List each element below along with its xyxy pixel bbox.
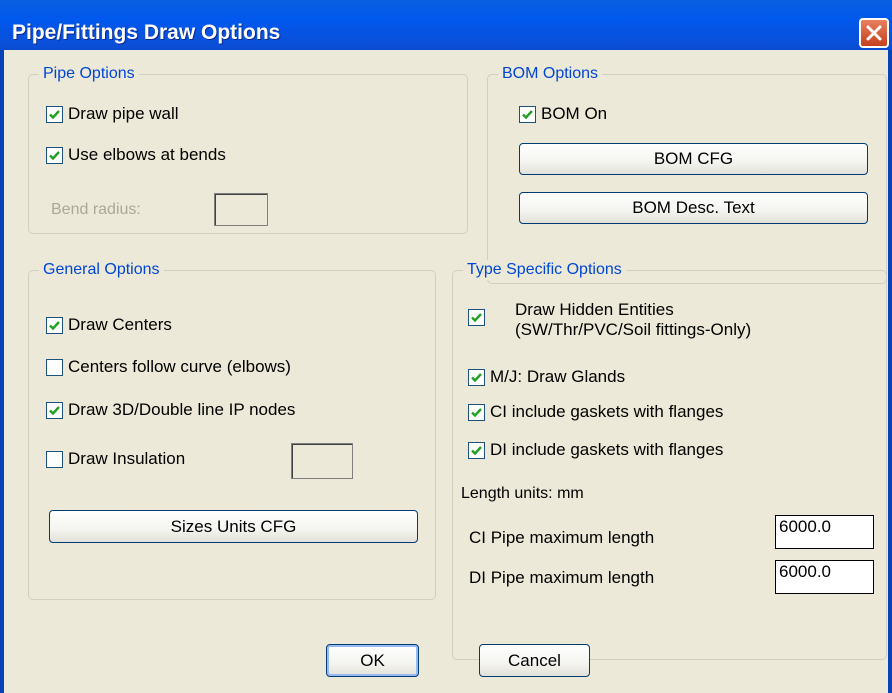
close-button[interactable]: [859, 18, 889, 48]
bend-radius-field[interactable]: [214, 193, 268, 226]
insulation-field[interactable]: [291, 443, 353, 479]
ci-gaskets-checkbox[interactable]: CI include gaskets with flanges: [468, 402, 723, 422]
dialog-body: Pipe Options Draw pipe wall Use elbows a…: [0, 50, 892, 693]
draw-pipe-wall-checkbox[interactable]: Draw pipe wall: [46, 104, 179, 124]
bend-radius-label: Bend radius:: [51, 201, 141, 218]
hidden-entities-label-line1: Draw Hidden Entities: [515, 300, 674, 319]
window-title: Pipe/Fittings Draw Options: [12, 21, 281, 44]
ci-max-length-label: CI Pipe maximum length: [469, 528, 655, 547]
mj-glands-label: M/J: Draw Glands: [490, 367, 626, 386]
ci-gaskets-box[interactable]: [468, 403, 485, 421]
checkmark-icon: [471, 407, 482, 417]
pipe-options-title: Pipe Options: [39, 64, 139, 84]
use-elbows-checkbox[interactable]: Use elbows at bends: [46, 145, 226, 165]
centers-follow-label: Centers follow curve (elbows): [68, 357, 291, 376]
mj-glands-checkbox[interactable]: M/J: Draw Glands: [468, 367, 625, 387]
ok-button[interactable]: OK: [326, 644, 419, 677]
draw-centers-checkbox[interactable]: Draw Centers: [46, 315, 172, 335]
di-gaskets-box[interactable]: [468, 441, 485, 459]
checkmark-icon: [471, 372, 482, 382]
draw-centers-box[interactable]: [46, 316, 63, 334]
cancel-button[interactable]: Cancel: [479, 644, 590, 677]
bom-desc-text-button[interactable]: BOM Desc. Text: [519, 192, 868, 224]
checkmark-icon: [471, 313, 482, 323]
draw-3d-box[interactable]: [46, 401, 63, 419]
bom-on-checkbox[interactable]: BOM On: [519, 104, 607, 124]
checkmark-icon: [49, 109, 60, 119]
draw-3d-label: Draw 3D/Double line IP nodes: [68, 400, 296, 419]
length-units-label: Length units: mm: [461, 485, 584, 502]
general-options-title: General Options: [39, 260, 164, 280]
draw-insulation-label: Draw Insulation: [68, 449, 186, 468]
checkmark-icon: [49, 405, 60, 415]
bom-options-title: BOM Options: [498, 64, 603, 84]
hidden-entities-label-line2: (SW/Thr/PVC/Soil fittings-Only): [515, 320, 752, 339]
close-icon: [866, 25, 882, 41]
checkmark-icon: [522, 109, 533, 119]
di-gaskets-checkbox[interactable]: DI include gaskets with flanges: [468, 440, 723, 460]
bom-on-label: BOM On: [541, 104, 608, 123]
use-elbows-label: Use elbows at bends: [68, 145, 226, 164]
ci-gaskets-label: CI include gaskets with flanges: [490, 402, 724, 421]
di-max-length-label: DI Pipe maximum length: [469, 568, 655, 587]
dialog-window: Pipe/Fittings Draw Options Pipe Options …: [0, 0, 892, 693]
hidden-entities-checkbox[interactable]: [468, 309, 490, 326]
ci-max-length-field[interactable]: 6000.0: [775, 515, 874, 549]
checkmark-icon: [49, 320, 60, 330]
draw-3d-checkbox[interactable]: Draw 3D/Double line IP nodes: [46, 400, 295, 420]
mj-glands-box[interactable]: [468, 368, 485, 386]
sizes-units-cfg-button[interactable]: Sizes Units CFG: [49, 510, 418, 543]
draw-pipe-wall-label: Draw pipe wall: [68, 104, 179, 123]
bom-cfg-button[interactable]: BOM CFG: [519, 143, 868, 175]
centers-follow-box[interactable]: [46, 358, 63, 376]
di-max-length-field[interactable]: 6000.0: [775, 560, 874, 594]
checkmark-icon: [471, 445, 482, 455]
draw-pipe-wall-box[interactable]: [46, 105, 63, 123]
hidden-entities-box[interactable]: [468, 309, 485, 326]
type-specific-title: Type Specific Options: [463, 260, 626, 280]
bom-on-box[interactable]: [519, 105, 536, 123]
checkmark-icon: [49, 150, 60, 160]
draw-insulation-checkbox[interactable]: Draw Insulation: [46, 449, 185, 469]
centers-follow-checkbox[interactable]: Centers follow curve (elbows): [46, 357, 291, 377]
draw-centers-label: Draw Centers: [68, 315, 172, 334]
di-gaskets-label: DI include gaskets with flanges: [490, 440, 724, 459]
draw-insulation-box[interactable]: [46, 450, 63, 468]
use-elbows-box[interactable]: [46, 146, 63, 164]
